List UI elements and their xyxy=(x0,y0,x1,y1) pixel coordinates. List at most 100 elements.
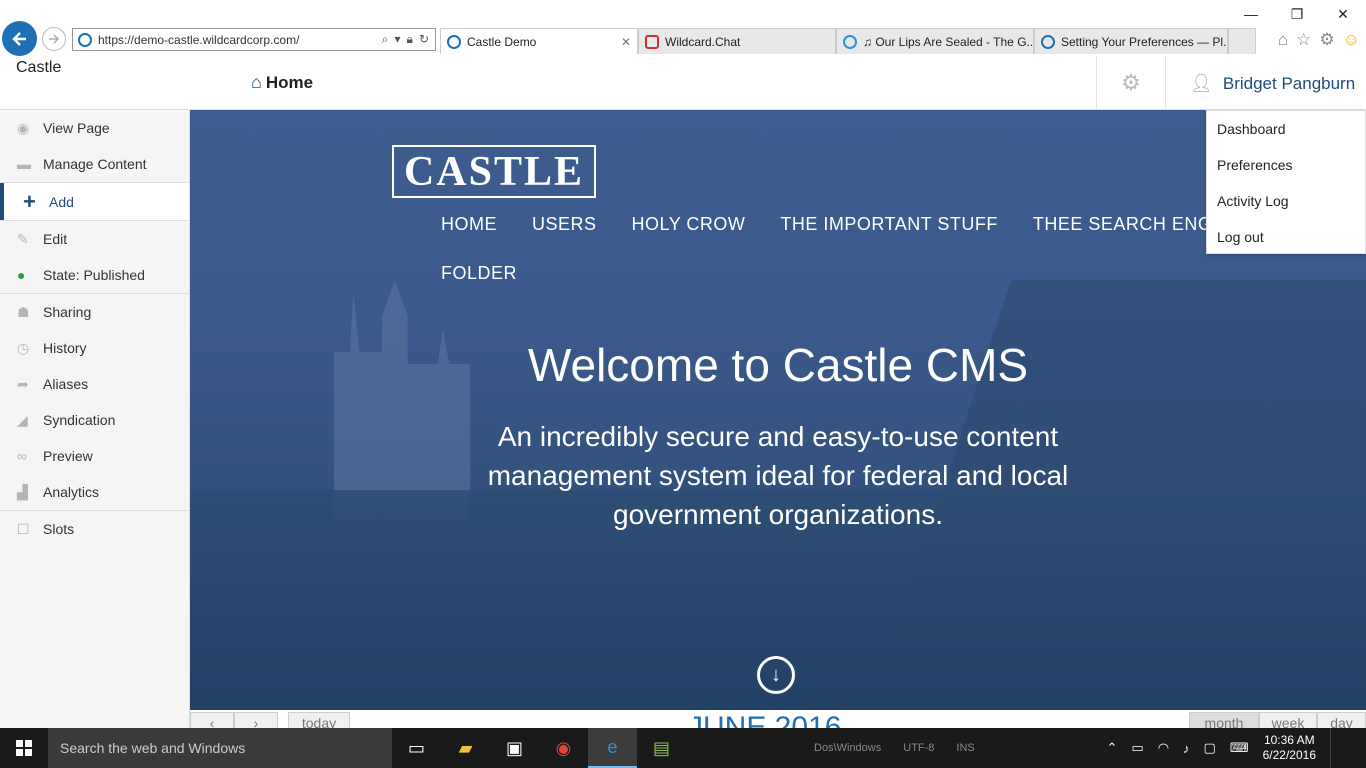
nav-item-users[interactable]: USERS xyxy=(532,214,597,263)
tab-wildcard-chat[interactable]: Wildcard.Chat xyxy=(638,28,836,54)
windows-logo-icon xyxy=(16,740,32,756)
menu-item-activity-log[interactable]: Activity Log xyxy=(1207,183,1365,219)
system-tray: ⌃ ▭ ◠ ♪ ▢ ⌨ 10:36 AM 6/22/2016 xyxy=(1107,728,1366,768)
brand-name[interactable]: Castle xyxy=(16,59,61,77)
square-icon: ☐ xyxy=(17,520,30,537)
sidebar-item-label: Slots xyxy=(43,521,75,537)
home-label: Home xyxy=(265,72,314,92)
tab-title: Wildcard.Chat xyxy=(665,34,741,49)
sidebar-item-label: Sharing xyxy=(43,304,92,320)
user-dropdown-menu: Dashboard Preferences Activity Log Log o… xyxy=(1206,110,1366,254)
plus-icon: + xyxy=(23,188,36,214)
minimize-icon[interactable]: — xyxy=(1228,0,1274,28)
keyboard-icon[interactable]: ⌨ xyxy=(1230,740,1249,756)
tab-our-lips-are-sealed[interactable]: ♫ Our Lips Are Sealed - The G... xyxy=(836,28,1034,54)
sidebar-item-label: View Page xyxy=(43,120,110,136)
search-icon[interactable]: ⌕ xyxy=(382,32,389,47)
dropdown-icon[interactable]: ▾ xyxy=(395,32,401,47)
week-view-button[interactable]: week xyxy=(1259,712,1317,728)
sidebar-item-sharing[interactable]: ☗ Sharing xyxy=(0,294,189,330)
sidebar-item-edit[interactable]: ✎ Edit xyxy=(0,221,189,257)
home-link[interactable]: ⌂ Home xyxy=(251,72,313,93)
hero-banner: CASTLE HOME USERS HOLY CROW THE IMPORTAN… xyxy=(190,110,1366,710)
internet-explorer-icon[interactable]: e xyxy=(588,728,637,768)
url-text[interactable]: https://demo-castle.wildcardcorp.com/ xyxy=(98,33,382,47)
chevron-left-icon: ‹ xyxy=(209,715,215,728)
taskbar-search[interactable]: Search the web and Windows xyxy=(48,728,392,768)
sidebar-item-label: Edit xyxy=(43,231,68,247)
sidebar-item-syndication[interactable]: ◢ Syndication xyxy=(0,402,189,438)
tab-strip: Castle Demo ✕ Wildcard.Chat ♫ Our Lips A… xyxy=(440,28,1256,54)
start-button[interactable] xyxy=(0,728,48,768)
file-explorer-icon[interactable]: ▰ xyxy=(441,728,490,768)
sidebar-item-manage-content[interactable]: ▬ Manage Content xyxy=(0,146,189,182)
menu-item-log-out[interactable]: Log out xyxy=(1207,219,1365,255)
restore-icon[interactable]: ❐ xyxy=(1274,0,1320,28)
sidebar-item-add[interactable]: + Add xyxy=(0,183,189,220)
cms-sidebar: ◉ View Page ▬ Manage Content + Add ✎ Edit ● S… xyxy=(0,110,190,728)
settings-button[interactable]: ⚙ xyxy=(1096,56,1166,110)
new-tab-button[interactable] xyxy=(1228,28,1256,54)
today-button[interactable]: today xyxy=(288,712,350,728)
close-icon[interactable]: ✕ xyxy=(1320,0,1366,28)
tab-setting-preferences[interactable]: Setting Your Preferences — Pl... xyxy=(1034,28,1228,54)
gear-icon[interactable]: ⚙ xyxy=(1319,30,1334,50)
sidebar-item-label: History xyxy=(43,340,87,356)
users-icon: ☗ xyxy=(17,303,30,320)
clock[interactable]: 10:36 AM 6/22/2016 xyxy=(1263,733,1316,763)
volume-icon[interactable]: ♪ xyxy=(1183,741,1190,756)
menu-item-preferences[interactable]: Preferences xyxy=(1207,147,1365,183)
notepad-icon[interactable]: ▤ xyxy=(637,728,686,768)
close-icon[interactable]: ✕ xyxy=(615,35,631,49)
user-name: Bridget Pangburn xyxy=(1222,73,1356,93)
site-icon xyxy=(1041,34,1055,49)
sidebar-item-aliases[interactable]: ➦ Aliases xyxy=(0,366,189,402)
nav-item-home[interactable]: HOME xyxy=(441,214,497,263)
sidebar-item-view-page[interactable]: ◉ View Page xyxy=(0,110,189,146)
sidebar-item-slots[interactable]: ☐ Slots xyxy=(0,511,189,547)
task-view-icon[interactable]: ▭ xyxy=(392,728,441,768)
prev-button[interactable]: ‹ xyxy=(190,712,234,728)
scroll-down-button[interactable]: ↓ xyxy=(757,656,795,694)
site-icon xyxy=(78,32,92,47)
refresh-icon[interactable]: ↻ xyxy=(419,32,429,47)
battery-icon[interactable]: ▭ xyxy=(1131,740,1143,756)
month-view-button[interactable]: month xyxy=(1189,712,1259,728)
cms-toolbar: Castle ⌂ Home ⚙ 👤︎ Bridget Pangburn xyxy=(0,56,1366,110)
menu-item-dashboard[interactable]: Dashboard xyxy=(1207,111,1365,147)
message-icon[interactable]: ▢ xyxy=(1204,740,1216,756)
tab-castle-demo[interactable]: Castle Demo ✕ xyxy=(440,28,638,54)
forward-button[interactable] xyxy=(42,27,66,51)
back-button[interactable] xyxy=(2,21,37,56)
rss-icon: ◢ xyxy=(17,411,28,428)
nav-item-important-stuff[interactable]: THE IMPORTANT STUFF xyxy=(780,214,998,263)
sidebar-item-state[interactable]: ● State: Published xyxy=(0,257,189,293)
calendar-header: ‹ › today JUNE 2016 month week day xyxy=(190,710,1366,728)
sidebar-item-analytics[interactable]: ▟ Analytics xyxy=(0,474,189,510)
home-icon: ⌂ xyxy=(251,72,262,92)
site-logo[interactable]: CASTLE xyxy=(392,145,596,198)
address-bar[interactable]: https://demo-castle.wildcardcorp.com/ ⌕ … xyxy=(72,28,436,51)
show-desktop-button[interactable] xyxy=(1330,728,1356,768)
star-icon[interactable]: ☆ xyxy=(1296,30,1311,50)
chevron-up-icon[interactable]: ⌃ xyxy=(1107,740,1118,756)
lock-icon[interactable]: 🔒︎ xyxy=(407,32,413,47)
sidebar-item-label: State: Published xyxy=(43,267,145,283)
chat-icon xyxy=(645,34,659,49)
next-button[interactable]: › xyxy=(234,712,278,728)
nav-item-folder[interactable]: FOLDER xyxy=(441,263,517,312)
store-icon[interactable]: ▣ xyxy=(490,728,539,768)
smiley-icon[interactable]: ☺ xyxy=(1343,30,1360,50)
taskbar-apps: ▭ ▰ ▣ ◉ e ▤ xyxy=(392,728,686,768)
sidebar-item-preview[interactable]: ∞ Preview xyxy=(0,438,189,474)
sidebar-item-label: Syndication xyxy=(43,412,116,428)
sidebar-item-history[interactable]: ◷ History xyxy=(0,330,189,366)
editor-status: Dos\Windows UTF-8 INS xyxy=(814,742,975,754)
day-view-button[interactable]: day xyxy=(1317,712,1366,728)
home-icon[interactable]: ⌂ xyxy=(1278,30,1288,50)
sidebar-item-label: Manage Content xyxy=(43,156,147,172)
wifi-icon[interactable]: ◠ xyxy=(1158,740,1169,756)
nav-item-holy-crow[interactable]: HOLY CROW xyxy=(632,214,746,263)
user-menu-toggle[interactable]: 👤︎ Bridget Pangburn xyxy=(1190,73,1355,94)
chrome-icon[interactable]: ◉ xyxy=(539,728,588,768)
